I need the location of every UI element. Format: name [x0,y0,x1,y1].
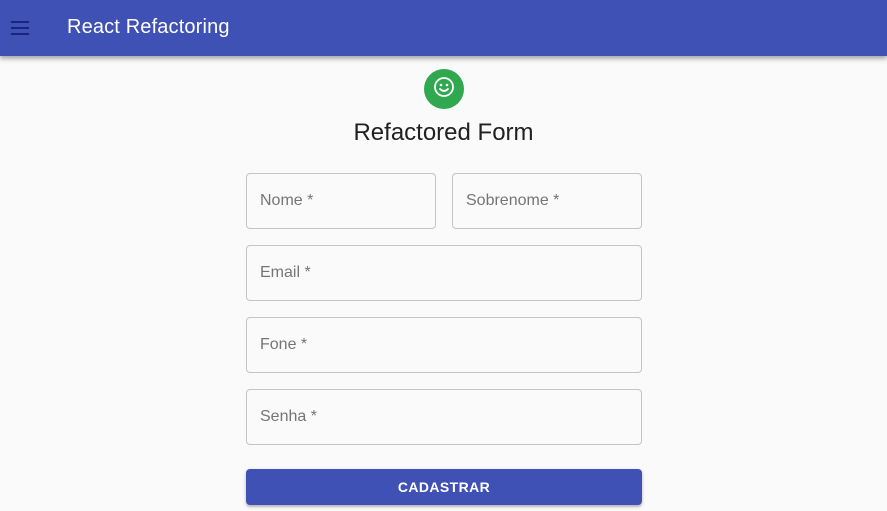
email-field[interactable]: Email * [246,245,642,301]
app-bar: React Refactoring [0,0,887,56]
first-name-input[interactable] [247,174,435,228]
smiley-face-icon [433,76,455,103]
last-name-input[interactable] [453,174,641,228]
menu-button[interactable] [0,4,40,52]
phone-field[interactable]: Fone * [246,317,642,373]
avatar [424,69,464,109]
email-input[interactable] [247,246,641,300]
hamburger-menu-icon [10,21,30,35]
password-field[interactable]: Senha * [246,389,642,445]
password-input[interactable] [247,390,641,444]
app-title: React Refactoring [67,16,230,38]
register-button[interactable]: CADASTRAR [246,469,642,505]
first-name-field[interactable]: Nome * [246,173,436,229]
form-title: Refactored Form [353,119,534,146]
phone-input[interactable] [247,318,641,372]
last-name-field[interactable]: Sobrenome * [452,173,642,229]
